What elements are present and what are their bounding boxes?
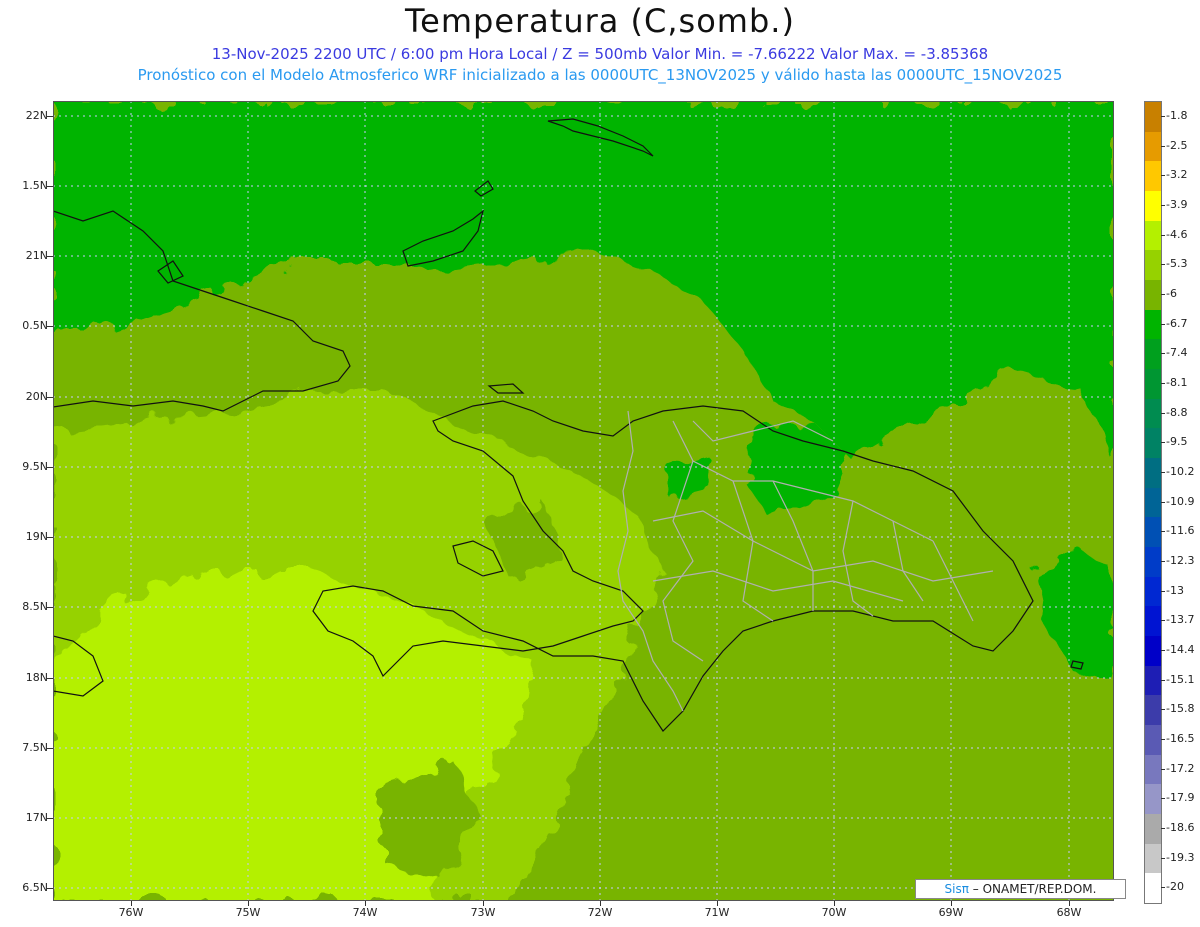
colorbar-label: -8.1 (1166, 375, 1188, 389)
colorbar-segment (1145, 665, 1161, 696)
colorbar-segment (1145, 280, 1161, 311)
map-title: Temperatura (C,somb.) (405, 2, 795, 40)
y-tick-label: 0.5N (22, 319, 48, 332)
colorbar-segment (1145, 398, 1161, 429)
colorbar-segment (1145, 250, 1161, 281)
colorbar-label: -3.2 (1166, 168, 1188, 182)
temperature-map[interactable] (53, 101, 1114, 901)
colorbar-label: -10.2 (1166, 464, 1195, 478)
colorbar-label: -20 (1166, 880, 1184, 894)
colorbar-segment (1145, 369, 1161, 400)
forecast-time-line: 13-Nov-2025 2200 UTC / 6:00 pm Hora Loca… (211, 45, 989, 63)
y-tick-label: 17N (25, 811, 48, 824)
colorbar-segment (1145, 873, 1161, 904)
colorbar-label: -9.5 (1166, 435, 1188, 449)
y-tick-label: 8.5N (22, 600, 48, 613)
y-tick-label: 20N (25, 390, 48, 403)
x-tick-label: 70W (821, 906, 847, 919)
colorbar-segment (1145, 606, 1161, 637)
colorbar-label: -10.9 (1166, 494, 1195, 508)
colorbar-segment (1145, 131, 1161, 162)
colorbar-segment (1145, 725, 1161, 756)
colorbar-segment (1145, 161, 1161, 192)
colorbar-label: -8.8 (1166, 405, 1188, 419)
map-canvas (53, 101, 1114, 901)
colorbar-segment (1145, 191, 1161, 222)
colorbar-segment (1145, 517, 1161, 548)
colorbar-segment (1145, 576, 1161, 607)
colorbar-segment (1145, 487, 1161, 518)
model-info-line: Pronóstico con el Modelo Atmosferico WRF… (137, 66, 1063, 84)
colorbar (1144, 101, 1162, 904)
colorbar-label: -12.3 (1166, 553, 1195, 567)
colorbar-segment (1145, 754, 1161, 785)
colorbar-segment (1145, 784, 1161, 815)
colorbar-label: -6.7 (1166, 316, 1188, 330)
colorbar-segment (1145, 458, 1161, 489)
colorbar-label: -1.8 (1166, 108, 1188, 122)
y-tick-label: 21N (25, 249, 48, 262)
y-tick-label: 6.5N (22, 881, 48, 894)
colorbar-segment (1145, 814, 1161, 845)
colorbar-label: -16.5 (1166, 731, 1195, 745)
colorbar-segment (1145, 428, 1161, 459)
colorbar-label: -7.4 (1166, 346, 1188, 360)
colorbar-label: -13 (1166, 583, 1184, 597)
x-tick-label: 73W (470, 906, 496, 919)
colorbar-label: -15.8 (1166, 702, 1195, 716)
credit-text: – ONAMET/REP.DOM. (968, 882, 1097, 896)
colorbar-label: -13.7 (1166, 613, 1195, 627)
sispi-logo: Sisπ (944, 882, 969, 896)
x-tick-label: 68W (1056, 906, 1082, 919)
y-tick-label: 7.5N (22, 741, 48, 754)
colorbar-label: -19.3 (1166, 850, 1195, 864)
colorbar-label: -17.9 (1166, 791, 1195, 805)
colorbar-segment (1145, 547, 1161, 578)
y-tick-label: 18N (25, 671, 48, 684)
x-tick-label: 74W (352, 906, 378, 919)
colorbar-label: -17.2 (1166, 761, 1195, 775)
colorbar-segment (1145, 309, 1161, 340)
colorbar-label: -3.9 (1166, 197, 1188, 211)
colorbar-label: -11.6 (1166, 524, 1195, 538)
colorbar-label: -4.6 (1166, 227, 1188, 241)
colorbar-label: -14.4 (1166, 642, 1195, 656)
x-tick-label: 71W (704, 906, 730, 919)
y-tick-label: 22N (25, 109, 48, 122)
x-tick-label: 72W (587, 906, 613, 919)
credit-box: Sisπ – ONAMET/REP.DOM. (915, 879, 1126, 899)
x-tick-label: 69W (938, 906, 964, 919)
colorbar-segment (1145, 339, 1161, 370)
colorbar-label: -2.5 (1166, 138, 1188, 152)
x-tick-label: 76W (118, 906, 144, 919)
y-tick-label: 1.5N (22, 179, 48, 192)
colorbar-label: -5.3 (1166, 257, 1188, 271)
y-tick-label: 9.5N (22, 460, 48, 473)
colorbar-segment (1145, 220, 1161, 251)
colorbar-label: -6 (1166, 286, 1177, 300)
y-tick-label: 19N (25, 530, 48, 543)
colorbar-segment (1145, 636, 1161, 667)
colorbar-segment (1145, 695, 1161, 726)
x-tick-label: 75W (235, 906, 261, 919)
colorbar-label: -15.1 (1166, 672, 1195, 686)
colorbar-segment (1145, 843, 1161, 874)
colorbar-segment (1145, 102, 1161, 133)
colorbar-label: -18.6 (1166, 820, 1195, 834)
